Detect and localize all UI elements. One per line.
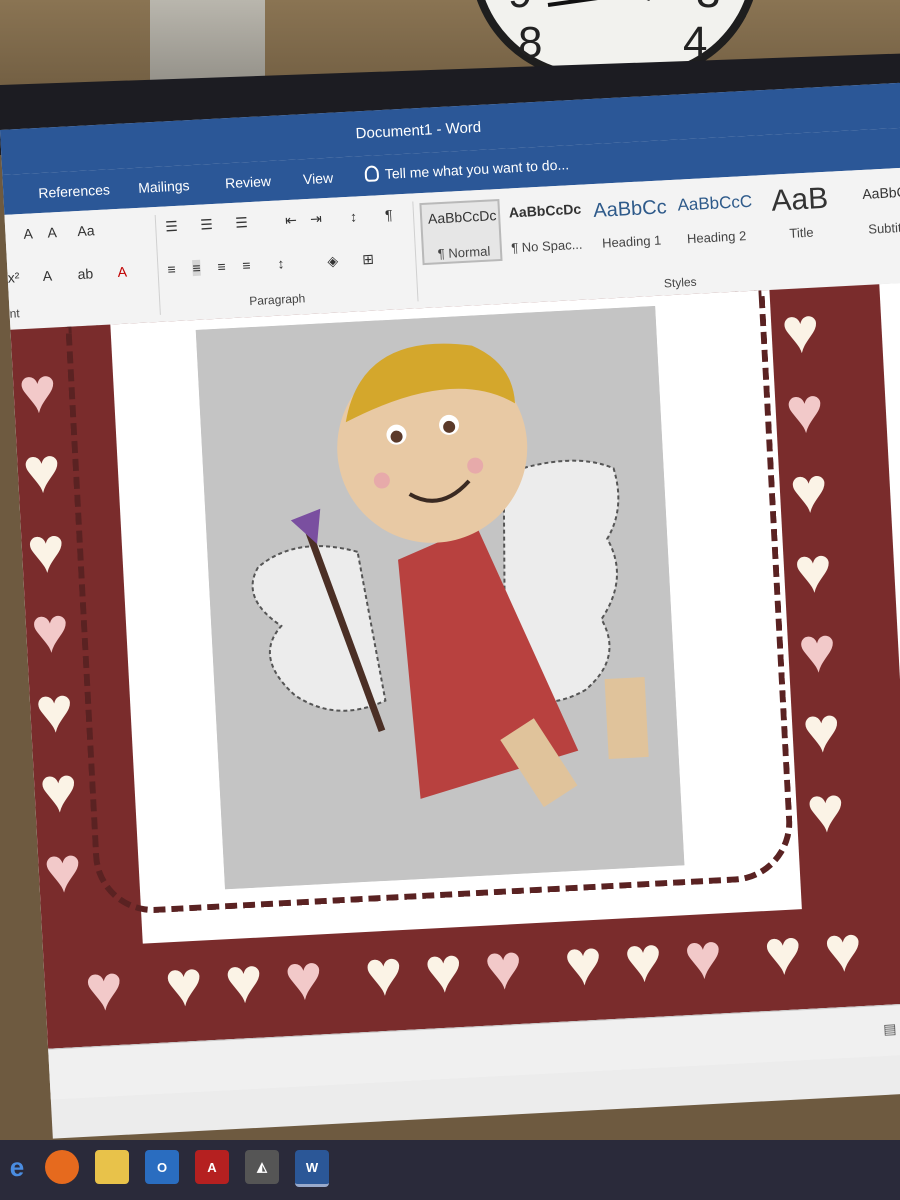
style-name: ¶ No Spac...	[510, 236, 583, 256]
heart-icon: ♥	[482, 929, 525, 1004]
clock-number: 8	[518, 18, 543, 67]
increase-indent-icon[interactable]: ⇥	[310, 210, 323, 228]
heart-icon: ♥	[362, 936, 405, 1011]
clock-number: 9	[508, 0, 532, 18]
tab-view[interactable]: View	[303, 170, 334, 188]
heart-icon: ♥	[762, 915, 804, 990]
app-icon[interactable]: ◭	[245, 1150, 279, 1184]
style-sample: AaBbCcDc	[427, 207, 497, 227]
style-normal[interactable]: AaBbCcDc ¶ Normal	[419, 198, 503, 266]
style-sample: AaBbCc	[592, 196, 668, 223]
superscript-button[interactable]: x²	[7, 269, 19, 286]
style-sample: AaBbC	[861, 183, 900, 202]
file-explorer-icon[interactable]	[95, 1150, 129, 1184]
tell-me-box[interactable]: Tell me what you want to do...	[364, 155, 569, 183]
heart-icon: ♥	[422, 932, 465, 1007]
heart-icon: ♥	[804, 772, 847, 847]
heart-icon: ♥	[783, 373, 826, 448]
paragraph-group-label: Paragraph	[248, 291, 306, 309]
align-center-icon[interactable]: ≡	[192, 259, 202, 277]
heart-icon: ♥	[41, 832, 84, 907]
shading-icon[interactable]: ◈	[327, 252, 339, 270]
style-name: Heading 1	[601, 232, 662, 251]
taskbar: e O A ◭ W	[0, 1140, 900, 1200]
line-spacing-icon[interactable]: ↕	[277, 255, 285, 271]
tab-mailings[interactable]: Mailings	[138, 177, 190, 196]
outlook-icon[interactable]: O	[145, 1150, 179, 1184]
style-heading-2[interactable]: AaBbCcC Heading 2	[674, 186, 757, 252]
shrink-font-button[interactable]: A	[47, 224, 57, 240]
heart-icon: ♥	[33, 673, 76, 747]
style-heading-1[interactable]: AaBbCc Heading 1	[589, 190, 672, 256]
grow-font-button[interactable]: A	[23, 225, 33, 241]
style-sample: AaB	[770, 181, 829, 218]
heart-icon: ♥	[622, 922, 665, 997]
decrease-indent-icon[interactable]: ⇤	[285, 212, 298, 230]
align-right-icon[interactable]: ≡	[217, 258, 226, 274]
heart-icon: ♥	[16, 353, 59, 428]
group-separator	[154, 214, 161, 315]
multilevel-list-icon[interactable]: ☰	[235, 214, 248, 232]
heart-icon: ♥	[792, 533, 835, 607]
heart-icon: ♥	[682, 919, 725, 994]
read-mode-icon[interactable]: ▤	[883, 1020, 897, 1038]
heart-icon: ♥	[788, 453, 830, 528]
style-name: Subtitl	[867, 219, 900, 237]
heart-icon: ♥	[21, 433, 63, 508]
align-left-icon[interactable]: ≡	[167, 261, 176, 277]
clock-number: 3	[696, 0, 720, 18]
bullets-icon[interactable]: ☰	[165, 218, 178, 236]
justify-icon[interactable]: ≡	[242, 257, 251, 273]
borders-icon[interactable]: ⊞	[362, 251, 375, 269]
style-name: Heading 2	[686, 228, 747, 247]
styles-group-label: Styles	[663, 274, 697, 291]
change-case-button[interactable]: Aa	[77, 222, 95, 239]
clock-hand	[602, 0, 651, 1]
style-name: ¶ Normal	[437, 243, 491, 262]
numbering-icon[interactable]: ☰	[200, 216, 213, 234]
pilcrow-icon[interactable]: ¶	[385, 207, 393, 223]
heart-icon: ♥	[37, 752, 80, 827]
heart-icon: ♥	[29, 593, 72, 668]
heart-icon: ♥	[800, 692, 843, 767]
heart-icon: ♥	[796, 612, 839, 687]
style-title[interactable]: AaB Title	[759, 181, 842, 247]
cupid-craft-photo[interactable]	[195, 305, 685, 890]
font-color-button[interactable]: A	[117, 264, 127, 280]
style-name: Title	[789, 224, 814, 241]
heart-icon: ♥	[222, 943, 265, 1018]
style-subtitle[interactable]: AaBbC Subtitl	[844, 177, 900, 243]
highlight-button[interactable]: ab	[77, 265, 93, 282]
text-effects-button[interactable]: A	[42, 267, 52, 283]
word-window: Document1 - Word References Mailings Rev…	[0, 81, 900, 1139]
lightbulb-icon	[364, 165, 380, 182]
tab-review[interactable]: Review	[225, 173, 272, 191]
clock-hand	[547, 0, 648, 7]
style-no-spacing[interactable]: AaBbCcDc ¶ No Spac...	[504, 195, 587, 261]
heart-icon: ♥	[83, 950, 125, 1025]
cupid-illustration	[195, 305, 685, 890]
acrobat-icon[interactable]: A	[195, 1150, 229, 1184]
font-group-label: nt	[9, 306, 20, 321]
tell-me-text: Tell me what you want to do...	[384, 156, 570, 182]
heart-icon: ♥	[282, 940, 325, 1015]
heart-icon: ♥	[822, 912, 864, 986]
firefox-icon[interactable]	[45, 1150, 79, 1184]
sort-icon[interactable]: ↕	[350, 208, 358, 224]
style-sample: AaBbCcC	[677, 191, 753, 215]
document-page[interactable]: ♥ ♥ ♥ ♥ ♥ ♥ ♥ ♥ ♥ ♥ ♥ ♥ ♥ ♥ ♥ ♥ ♥ ♥ ♥ ♥ …	[10, 281, 900, 1049]
heart-icon: ♥	[25, 513, 67, 588]
window-title: Document1 - Word	[355, 118, 482, 143]
heart-icon: ♥	[562, 925, 605, 1000]
tab-references[interactable]: References	[38, 181, 110, 201]
group-separator	[412, 201, 419, 302]
edge-icon[interactable]: e	[0, 1150, 34, 1184]
heart-icon: ♥	[163, 946, 205, 1021]
style-sample: AaBbCcDc	[508, 200, 582, 221]
word-icon[interactable]: W	[295, 1150, 329, 1187]
heart-icon: ♥	[779, 293, 822, 368]
